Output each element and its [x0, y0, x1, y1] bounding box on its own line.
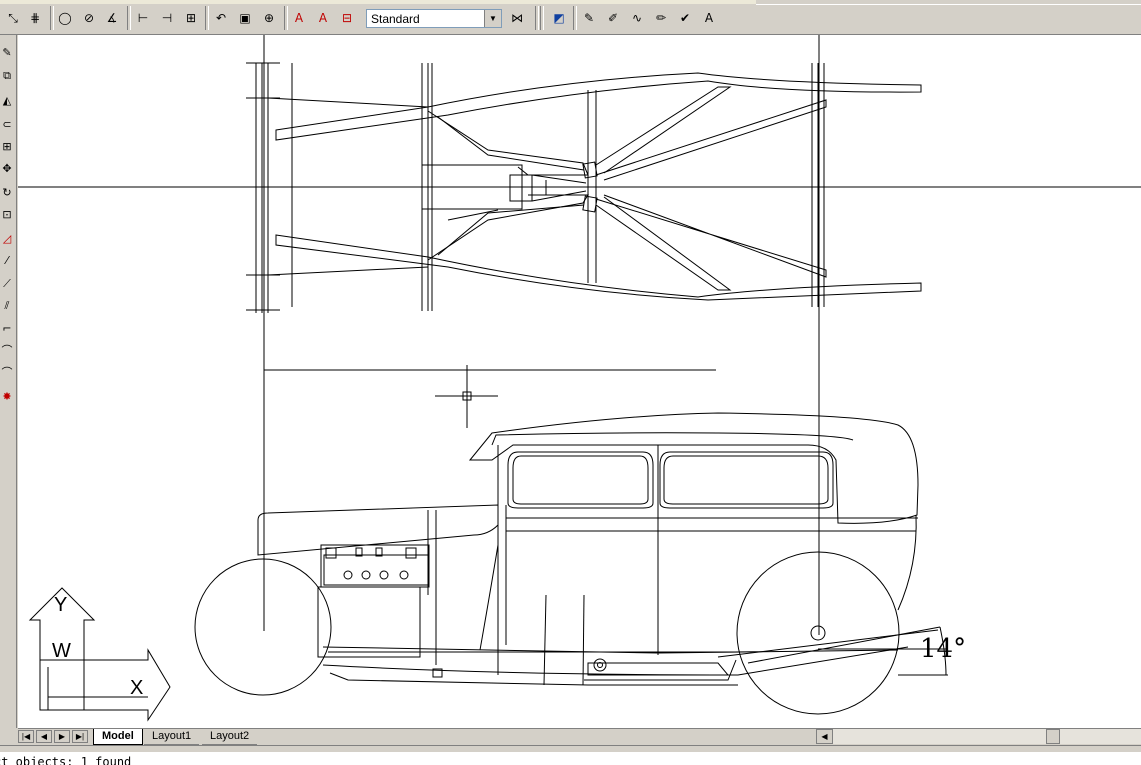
command-line-text: ct objects: 1 found: [0, 755, 132, 765]
copy-icon[interactable]: ⧉: [0, 67, 14, 85]
dimension-angular-icon[interactable]: ∡: [101, 7, 123, 29]
command-line[interactable]: ct objects: 1 found: [0, 752, 1141, 765]
ucs-w-label: W: [52, 640, 71, 662]
car-side-view: [194, 412, 948, 715]
dimension-update-icon[interactable]: ⊟: [336, 7, 358, 29]
tolerance-icon[interactable]: ▣: [234, 7, 256, 29]
dimension-text-edit-icon[interactable]: A: [312, 7, 334, 29]
ucs-y-label: Y: [54, 594, 67, 616]
text-edit-icon[interactable]: ✐: [602, 7, 624, 29]
dimension-style-value: Standard: [371, 12, 420, 26]
tab-model[interactable]: Model: [93, 729, 143, 745]
front-wheel: [194, 558, 332, 696]
rotate-icon[interactable]: ↻: [0, 183, 14, 201]
scroll-left-icon[interactable]: ◀: [816, 729, 833, 744]
toolbar-separator: [535, 6, 539, 30]
dimension-ordinate-icon[interactable]: ⋕: [24, 7, 46, 29]
last-tab-icon[interactable]: ▶|: [72, 730, 88, 743]
center-mark-icon[interactable]: ⊕: [258, 7, 280, 29]
toolbar-separator: [205, 6, 209, 30]
properties-icon[interactable]: ✎: [578, 7, 600, 29]
layer-icon[interactable]: ◩: [548, 7, 570, 29]
dimension-radius-icon[interactable]: ◯: [54, 7, 76, 29]
erase-icon[interactable]: ✎: [0, 43, 14, 61]
dimension-continue-icon[interactable]: ⊣: [156, 7, 178, 29]
dimension-linear-icon[interactable]: ⤡: [2, 7, 24, 29]
tab-layout1[interactable]: Layout1: [144, 729, 200, 745]
angle-dimension-text: 14°: [920, 634, 966, 664]
dimension-toolbar: ⤡ ⋕ ◯ ⊘ ∡ ⊢ ⊣ ⊞ ↶ ▣ ⊕ A A ⊟ Standard ▼ ⋈…: [0, 0, 1141, 35]
crosshair-cursor: [435, 365, 498, 428]
horizontal-scrollbar[interactable]: ◀: [816, 729, 1141, 744]
move-icon[interactable]: ✥: [0, 159, 14, 177]
dimension-style-select[interactable]: Standard ▼: [366, 9, 502, 28]
trim-icon[interactable]: ⁄: [0, 251, 14, 269]
stretch-icon[interactable]: ◿: [0, 229, 14, 247]
quick-dimension-icon[interactable]: ⊞: [180, 7, 202, 29]
drawing-canvas[interactable]: 14° Y W X: [18, 35, 1141, 728]
ucs-x-label: X: [130, 677, 143, 699]
menu-bar-edge: [0, 0, 756, 4]
ucs-icon: [28, 587, 171, 722]
break-icon[interactable]: ⫽: [0, 297, 14, 315]
spell-check-icon[interactable]: A: [698, 7, 720, 29]
dimension-diameter-icon[interactable]: ⊘: [78, 7, 100, 29]
extend-icon[interactable]: ⟋: [0, 275, 14, 293]
dimension-edit-icon[interactable]: A: [288, 7, 310, 29]
hot-rod-drawing: 14° Y W X: [18, 35, 1141, 722]
prev-tab-icon[interactable]: ◀: [36, 730, 52, 743]
attribute-edit-icon[interactable]: ✔: [674, 7, 696, 29]
frame-top-view: [246, 62, 922, 313]
first-tab-icon[interactable]: |◀: [18, 730, 34, 743]
toolbar-top-edge: [756, 0, 1141, 5]
toolbar-separator: [573, 6, 577, 30]
fillet-round-icon[interactable]: ⌒: [0, 363, 14, 381]
fillet-icon[interactable]: ⌒: [0, 341, 14, 359]
next-tab-icon[interactable]: ▶: [54, 730, 70, 743]
leader-icon[interactable]: ↶: [210, 7, 232, 29]
spline-edit-icon[interactable]: ✏: [650, 7, 672, 29]
offset-icon[interactable]: ⊂: [0, 115, 14, 133]
toolbar-separator: [127, 6, 131, 30]
explode-icon[interactable]: ✸: [0, 387, 14, 405]
polyline-edit-icon[interactable]: ∿: [626, 7, 648, 29]
rear-wheel: [736, 551, 900, 715]
modify-toolbar: ✎ ⧉ ◭ ⊂ ⊞ ✥ ↻ ⊡ ◿ ⁄ ⟋ ⫽ ⌐ ⌒ ⌒ ✸: [0, 35, 17, 728]
toolbar-separator: [540, 6, 544, 30]
chamfer-icon[interactable]: ⌐: [0, 319, 14, 337]
dimension-style-icon[interactable]: ⋈: [506, 7, 528, 29]
array-icon[interactable]: ⊞: [0, 137, 14, 155]
dimension-baseline-icon[interactable]: ⊢: [132, 7, 154, 29]
chevron-down-icon[interactable]: ▼: [484, 10, 501, 27]
scroll-thumb[interactable]: [1046, 729, 1060, 744]
scale-icon[interactable]: ⊡: [0, 205, 14, 223]
tab-layout2[interactable]: Layout2: [202, 729, 258, 745]
mirror-icon[interactable]: ◭: [0, 91, 14, 109]
